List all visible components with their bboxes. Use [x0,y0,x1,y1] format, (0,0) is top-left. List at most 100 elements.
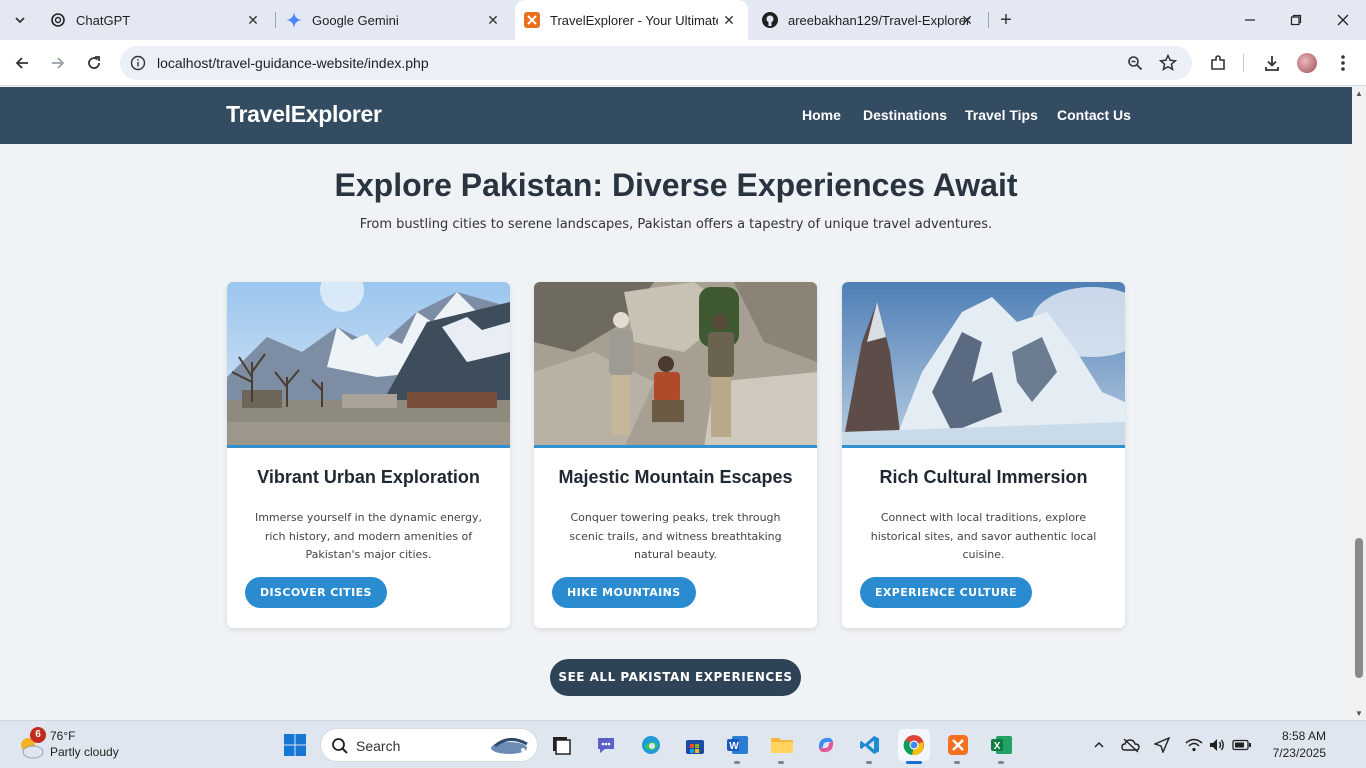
svg-text:X: X [994,741,1001,752]
close-tab-icon[interactable]: ✕ [486,13,500,27]
site-logo[interactable]: TravelExplorer [226,101,382,128]
url-text[interactable]: localhost/travel-guidance-website/index.… [157,55,429,71]
scroll-down-arrow-icon[interactable]: ▼ [1355,709,1363,718]
chatgpt-icon [50,12,66,28]
bookmark-star-icon[interactable] [1158,53,1178,73]
windows-taskbar: 6 76°F Partly cloudy Search W X 8:58 AM … [0,720,1366,768]
excel-icon[interactable]: X [986,729,1018,764]
task-view-icon[interactable] [545,729,577,761]
card-description: Connect with local traditions, explore h… [870,511,1097,561]
vscode-icon[interactable] [854,729,886,764]
app-running-indicator [778,761,784,764]
onedrive-offline-icon[interactable] [1121,735,1141,755]
site-info-icon[interactable] [130,55,146,76]
search-placeholder: Search [356,738,401,754]
app-running-indicator [998,761,1004,764]
browser-tab-bar: ChatGPT ✕ Google Gemini ✕ TravelExplorer… [0,0,1366,40]
minimize-icon[interactable] [1238,8,1262,32]
tab-github[interactable]: areebakhan129/Travel-Explorer ✕ [752,0,986,40]
experience-card-cities: Vibrant Urban Exploration Immerse yourse… [227,282,510,628]
system-clock[interactable]: 8:58 AM 7/23/2025 [1262,728,1326,762]
clock-date: 7/23/2025 [1272,746,1326,760]
scroll-up-arrow-icon[interactable]: ▲ [1355,89,1363,98]
tab-title: Google Gemini [312,12,399,28]
close-tab-icon[interactable]: ✕ [246,13,260,27]
chat-app-icon[interactable] [590,729,622,761]
reload-icon[interactable] [82,51,106,75]
store-icon[interactable] [679,729,711,761]
card-title: Rich Cultural Immersion [879,467,1088,487]
app-running-indicator [866,761,872,764]
download-icon[interactable] [1260,51,1284,75]
section-title: Explore Pakistan: Diverse Experiences Aw… [334,167,1018,203]
location-arrow-icon[interactable] [1152,735,1172,755]
tab-gemini[interactable]: Google Gemini ✕ [276,0,512,40]
new-tab-icon[interactable]: + [995,9,1017,31]
weather-temperature: 76°F [50,729,76,743]
nav-home[interactable]: Home [802,107,841,123]
site-header: TravelExplorer Home Destinations Travel … [0,87,1352,144]
tab-title: areebakhan129/Travel-Explorer [788,12,971,28]
close-tab-icon[interactable]: ✕ [960,13,974,27]
nav-destinations[interactable]: Destinations [863,107,947,123]
web-page: TravelExplorer Home Destinations Travel … [0,87,1352,720]
volume-icon[interactable] [1207,735,1227,755]
close-tab-icon[interactable]: ✕ [722,13,736,27]
discover-cities-button[interactable]: DISCOVER CITIES [245,577,387,608]
app-running-indicator [954,761,960,764]
gemini-icon [286,12,302,28]
taskbar-search[interactable]: Search [320,728,538,762]
section-subtitle: From bustling cities to serene landscape… [359,217,993,232]
file-explorer-icon[interactable] [766,729,798,764]
nav-travel-tips[interactable]: Travel Tips [965,107,1038,123]
card-title: Vibrant Urban Exploration [257,467,480,487]
search-icon [331,737,349,760]
tab-title: ChatGPT [76,12,131,28]
search-highlight-icon [487,734,533,763]
card-description: Immerse yourself in the dynamic energy, … [254,511,483,561]
hike-mountains-button[interactable]: HIKE MOUNTAINS [552,577,696,608]
copilot-icon[interactable] [810,729,842,761]
weather-badge: 6 [30,727,46,743]
card-description: Conquer towering peaks, trek through sce… [569,511,782,561]
word-icon[interactable]: W [722,729,754,764]
card-image-villagers [534,282,817,448]
zoom-icon[interactable] [1125,53,1145,73]
wifi-icon[interactable] [1184,735,1204,755]
tab-travelexplorer[interactable]: TravelExplorer - Your Ultimate T ✕ [515,0,748,40]
experience-card-mountains: Majestic Mountain Escapes Conquer toweri… [534,282,817,628]
weather-condition: Partly cloudy [50,745,119,759]
back-arrow-icon[interactable] [10,51,34,75]
tab-divider [988,12,989,28]
extensions-icon[interactable] [1206,51,1230,75]
show-hidden-icons-chevron-icon[interactable] [1089,735,1109,755]
scrollbar-thumb[interactable] [1355,538,1363,678]
tab-title: TravelExplorer - Your Ultimate T [550,12,718,28]
profile-avatar[interactable] [1295,51,1319,75]
see-all-experiences-button[interactable]: SEE ALL PAKISTAN EXPERIENCES [550,659,801,696]
edge-browser-icon[interactable] [635,729,667,761]
xampp-icon [524,12,540,28]
close-window-icon[interactable] [1331,8,1355,32]
weather-widget[interactable]: 6 76°F Partly cloudy [16,727,146,763]
more-menu-icon[interactable] [1331,51,1355,75]
browser-toolbar: localhost/travel-guidance-website/index.… [0,40,1366,86]
toolbar-divider [1243,54,1244,72]
restore-icon[interactable] [1284,8,1308,32]
forward-arrow-icon[interactable] [46,51,70,75]
start-button[interactable] [279,729,311,761]
card-image-valley [227,282,510,448]
page-scrollbar[interactable]: ▲ ▼ [1352,87,1366,720]
address-bar[interactable]: localhost/travel-guidance-website/index.… [120,46,1192,80]
tab-search-icon[interactable] [6,6,34,34]
svg-text:W: W [729,741,739,752]
tab-chatgpt[interactable]: ChatGPT ✕ [40,0,272,40]
card-title: Majestic Mountain Escapes [558,467,793,487]
xampp-taskbar-icon[interactable] [942,729,974,764]
card-image-peak [842,282,1125,448]
experience-card-culture: Rich Cultural Immersion Connect with loc… [842,282,1125,628]
chrome-icon[interactable] [898,729,930,764]
experience-culture-button[interactable]: EXPERIENCE CULTURE [860,577,1033,608]
nav-contact-us[interactable]: Contact Us [1057,107,1131,123]
battery-icon[interactable] [1232,735,1252,755]
